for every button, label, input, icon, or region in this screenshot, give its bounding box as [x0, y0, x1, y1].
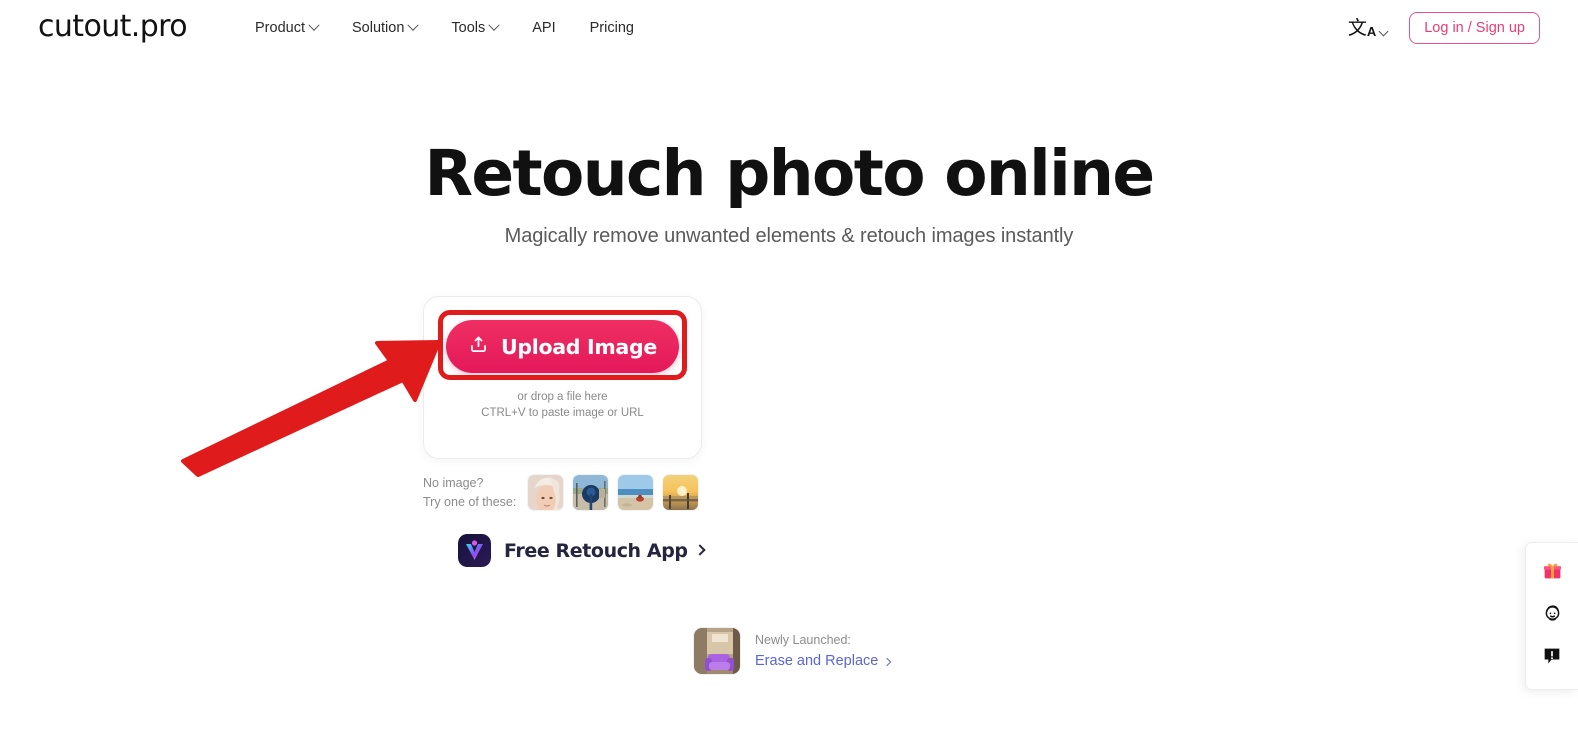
side-widget: [1525, 542, 1578, 690]
nav-item-pricing[interactable]: Pricing: [590, 21, 634, 36]
support-face-icon: [1542, 603, 1563, 629]
hero-section: Retouch photo online Magically remove un…: [0, 137, 1578, 248]
gift-icon: [1542, 560, 1563, 586]
sample-thumbnail-portrait-towel[interactable]: [527, 474, 564, 511]
newly-launched-text: Newly Launched: Erase and Replace: [755, 632, 892, 671]
nav-item-label: Product: [255, 19, 305, 36]
chevron-right-icon: [883, 657, 892, 666]
free-retouch-app-label: Free Retouch App: [504, 539, 688, 562]
chevron-right-icon: [693, 544, 706, 556]
login-signup-button[interactable]: Log in / Sign up: [1409, 11, 1540, 45]
newly-launched-label: Newly Launched:: [755, 632, 851, 647]
page-title: Retouch photo online: [424, 137, 1155, 210]
annotation-arrow: [181, 340, 441, 477]
nav-item-api[interactable]: API: [532, 21, 555, 36]
sample-thumbnail-list: [527, 474, 699, 511]
nav-item-label: Pricing: [589, 19, 634, 36]
chevron-down-icon: [308, 19, 320, 31]
dropzone-hint: or drop a file here CTRL+V to paste imag…: [481, 389, 644, 422]
site-header: cutout.pro Product Solution Tools API Pr…: [0, 0, 1578, 56]
main-navigation: Product Solution Tools API Pricing: [255, 19, 634, 36]
feedback-icon: [1542, 646, 1562, 671]
page-subtitle: Magically remove unwanted elements & ret…: [504, 225, 1074, 248]
nav-item-label: Solution: [352, 19, 405, 36]
feedback-button[interactable]: [1537, 644, 1567, 674]
sample-thumbnail-sunset-pier[interactable]: [662, 474, 699, 511]
erase-replace-thumbnail[interactable]: [693, 627, 741, 675]
retouch-app-icon: [458, 534, 491, 567]
language-icon-sub: A: [1366, 23, 1377, 39]
sample-label-line2: Try one of these:: [423, 494, 517, 509]
nav-item-solution[interactable]: Solution: [352, 19, 420, 36]
free-retouch-app-label-group: Free Retouch App: [504, 539, 706, 562]
erase-and-replace-link[interactable]: Erase and Replace: [755, 652, 892, 670]
nav-item-label: API: [532, 19, 556, 36]
upload-dropzone[interactable]: Upload Image or drop a file here CTRL+V …: [423, 296, 702, 459]
upload-icon: [468, 334, 489, 360]
gift-button[interactable]: [1537, 558, 1567, 588]
sample-label-line1: No image?: [423, 476, 484, 491]
language-switcher[interactable]: 文 A: [1347, 16, 1389, 39]
upload-image-button[interactable]: Upload Image: [446, 320, 679, 373]
nav-item-product[interactable]: Product: [255, 19, 320, 36]
support-button[interactable]: [1537, 601, 1567, 631]
dropzone-hint-line1: or drop a file here: [517, 391, 608, 403]
upload-card-wrapper: Upload Image or drop a file here CTRL+V …: [423, 296, 702, 459]
sample-thumbnail-beach-sky[interactable]: [617, 474, 654, 511]
chevron-down-icon: [407, 19, 420, 31]
header-actions: 文 A Log in / Sign up: [1347, 11, 1540, 45]
free-retouch-app-link[interactable]: Free Retouch App: [458, 534, 706, 567]
nav-item-tools[interactable]: Tools: [451, 19, 500, 36]
sample-images-label: No image? Try one of these:: [423, 474, 527, 510]
newly-launched-section: Newly Launched: Erase and Replace: [693, 627, 892, 675]
sample-thumbnail-street-bicycle[interactable]: [572, 474, 609, 511]
chevron-down-icon: [1378, 26, 1389, 36]
sample-images-section: No image? Try one of these:: [423, 474, 699, 511]
erase-and-replace-label: Erase and Replace: [755, 652, 879, 669]
upload-button-label: Upload Image: [501, 334, 657, 359]
language-icon: 文: [1347, 16, 1367, 39]
chevron-down-icon: [488, 19, 500, 31]
nav-item-label: Tools: [451, 19, 486, 36]
dropzone-hint-line2: CTRL+V to paste image or URL: [481, 407, 644, 420]
site-logo[interactable]: cutout.pro: [38, 12, 188, 44]
